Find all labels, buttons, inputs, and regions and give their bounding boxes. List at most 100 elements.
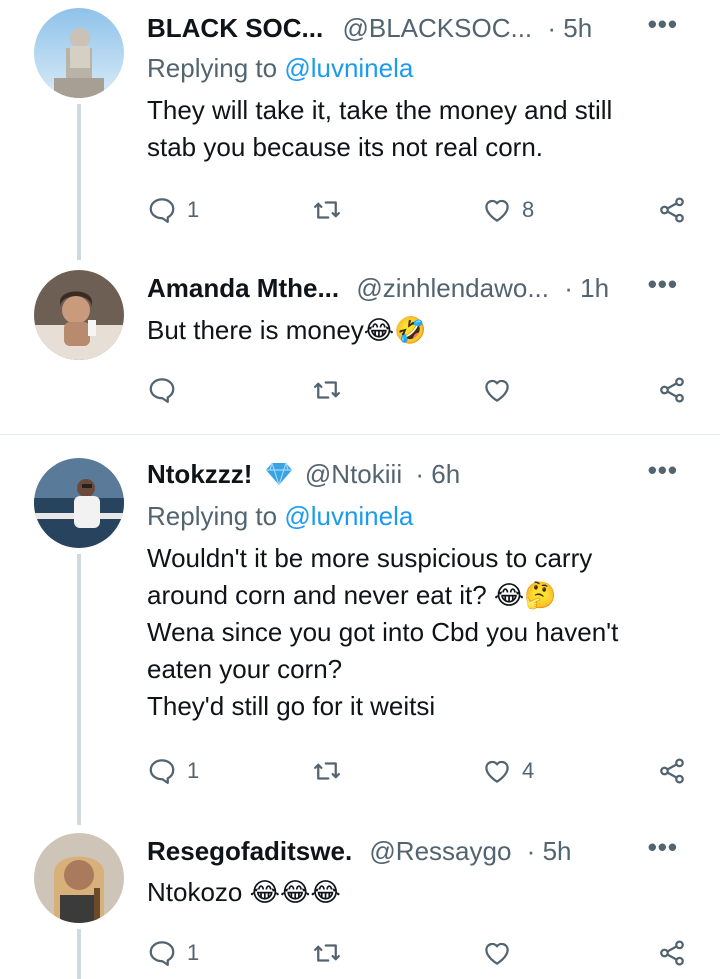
timestamp[interactable]: 1h [580,273,609,303]
mention-link[interactable]: @luvninela [284,501,413,531]
reply-button[interactable]: 1 [147,192,199,228]
reply-button[interactable]: 1 [147,753,199,789]
tweet-header: BLACK SOC... @BLACKSOC... · 5h ••• [147,10,700,46]
thread-line [77,929,81,979]
tweet-header: Ntokzzz! @Ntokiii · 6h ••• [147,456,700,492]
tweet-text: But there is money😂🤣 [147,312,687,349]
like-button[interactable] [482,935,522,971]
share-icon [660,940,684,966]
retweet-icon [314,381,340,399]
replying-label: Replying to [147,501,285,531]
reply-icon [149,941,175,966]
thread-line [77,104,81,260]
display-name[interactable]: Amanda Mthe... [147,273,339,303]
more-icon[interactable]: ••• [648,456,678,484]
avatar[interactable] [34,270,124,360]
avatar-image [34,8,124,98]
share-button[interactable] [657,753,687,789]
share-button[interactable] [657,192,687,228]
reply-count: 1 [187,940,200,965]
reply-count: 1 [187,758,200,783]
tweet: Ntokzzz! @Ntokiii · 6h ••• Replying to @… [0,450,720,825]
reply-icon [149,198,175,223]
like-button[interactable] [482,372,522,408]
retweet-icon [314,201,340,219]
tweet-divider [0,434,720,435]
retweet-button[interactable] [312,753,352,789]
retweet-button[interactable] [312,192,352,228]
tweet-text: Ntokozo 😂😂😂 [147,874,687,911]
reply-button[interactable]: 1 [147,935,199,971]
replying-to: Replying to @luvninela [147,50,413,86]
share-icon [660,197,684,223]
tweet-header: Amanda Mthe... @zinhlendawo... · 1h ••• [147,270,700,306]
more-icon[interactable]: ••• [648,833,678,861]
tweet-text-line: They'd still go for it weitsi [147,691,436,721]
like-icon [485,942,509,965]
display-name[interactable]: BLACK SOC... [147,13,323,43]
retweet-icon [314,762,340,780]
reply-icon [149,378,175,403]
action-bar: 1 4 [147,753,692,789]
separator-dot: · [415,459,424,489]
user-handle[interactable]: @BLACKSOC... [342,13,532,43]
reply-icon [149,759,175,784]
display-name[interactable]: Ntokzzz! [147,459,252,489]
avatar[interactable] [34,833,124,923]
tweet-text-line: around corn and never eat it? 😂🤔 [147,580,557,610]
retweet-icon [314,944,340,962]
share-button[interactable] [657,372,687,408]
share-icon [660,377,684,403]
like-icon [485,199,509,222]
tweet-text-line: stab you because its not real corn. [147,132,544,162]
like-count: 8 [522,197,535,222]
avatar-image [34,458,124,548]
separator-dot: · [564,273,573,303]
retweet-button[interactable] [312,372,352,408]
tweet-text-line: But there is money😂🤣 [147,315,427,345]
share-button[interactable] [657,935,687,971]
tweet-text-line: Wouldn't it be more suspicious to carry [147,543,593,573]
display-name[interactable]: Resegofaditswe. [147,836,352,866]
avatar[interactable] [34,458,124,548]
reply-button[interactable] [147,372,187,408]
tweet-text-line: Wena since you got into Cbd you haven't [147,617,619,647]
user-handle[interactable]: @zinhlendawo... [356,273,549,303]
tweet-text: Wouldn't it be more suspicious to carry … [147,540,687,725]
like-count: 4 [522,758,535,783]
thread-line [77,554,81,825]
replying-label: Replying to [147,53,285,83]
share-icon [660,758,684,784]
user-handle[interactable]: @Ressaygo [369,836,511,866]
avatar[interactable] [34,8,124,98]
more-icon[interactable]: ••• [648,270,678,298]
avatar-image [34,833,124,923]
reply-count: 1 [187,197,200,222]
timestamp[interactable]: 5h [543,836,572,866]
action-bar: 1 8 [147,192,692,228]
like-icon [485,379,509,402]
like-icon [485,760,509,783]
like-button[interactable]: 4 [482,753,534,789]
tweet-text-line: eaten your corn? [147,654,343,684]
tweet: BLACK SOC... @BLACKSOC... · 5h ••• Reply… [0,0,720,260]
tweet-text-line: They will take it, take the money and st… [147,95,613,125]
separator-dot: · [547,13,557,43]
tweet-text-line: Ntokozo 😂😂😂 [147,877,341,907]
separator-dot: · [526,836,536,866]
tweet: Resegofaditswe. @Ressaygo · 5h ••• Ntoko… [0,825,720,979]
user-handle[interactable]: @Ntokiii [305,459,402,489]
mention-link[interactable]: @luvninela [284,53,413,83]
action-bar [147,372,692,408]
more-icon[interactable]: ••• [648,10,678,38]
timestamp[interactable]: 5h [563,13,592,43]
avatar-image [34,270,124,360]
tweet-header: Resegofaditswe. @Ressaygo · 5h ••• [147,833,700,869]
tweet: Amanda Mthe... @zinhlendawo... · 1h ••• … [0,262,720,432]
verified-icon [265,462,292,486]
like-button[interactable]: 8 [482,192,534,228]
timestamp[interactable]: 6h [431,459,460,489]
retweet-button[interactable] [312,935,352,971]
replying-to: Replying to @luvninela [147,498,413,534]
action-bar: 1 [147,935,692,971]
